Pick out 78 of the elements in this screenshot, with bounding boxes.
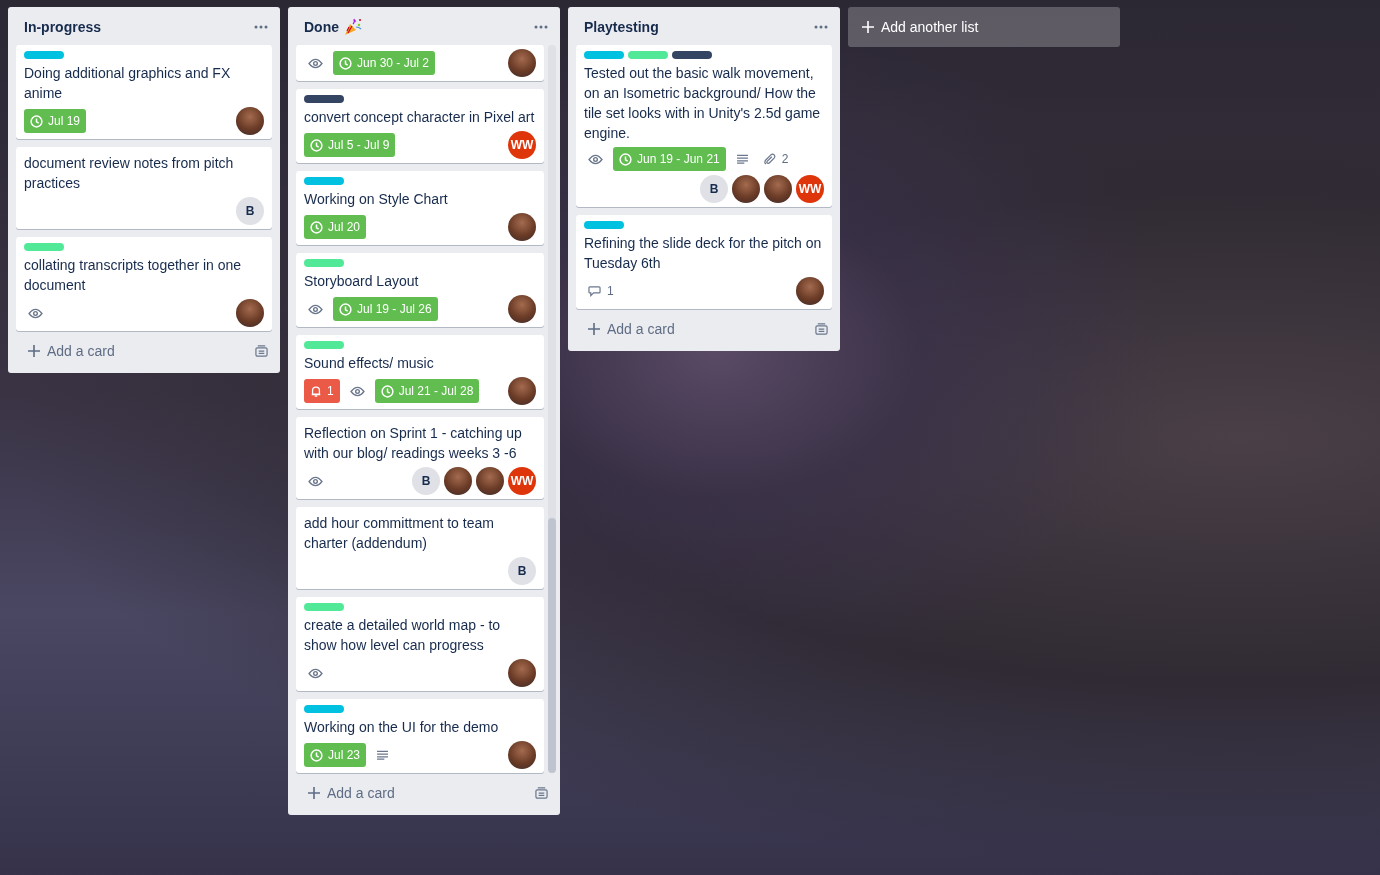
avatar-placeholder[interactable]: [508, 741, 536, 769]
plus-icon: [308, 787, 320, 799]
more-options-icon[interactable]: [534, 25, 548, 29]
eye-icon: [308, 667, 323, 679]
avatar-placeholder[interactable]: [236, 107, 264, 135]
eye-icon: [349, 385, 365, 397]
member-avatar[interactable]: B: [236, 197, 264, 225]
card-title: Storyboard Layout: [304, 272, 420, 291]
avatar-placeholder[interactable]: [508, 659, 536, 687]
card[interactable]: convert concept character in Pixel art Jul 5 - Jul 9 WW: [296, 89, 544, 163]
member-avatar[interactable]: WW: [508, 131, 536, 159]
add-card-button[interactable]: Add a card: [584, 317, 679, 341]
more-options-icon[interactable]: [254, 25, 268, 29]
card-template-icon[interactable]: [255, 344, 268, 358]
plus-icon: [588, 323, 600, 335]
card-title: Reflection on Sprint 1 - catching up with our blog/ readings weeks 3 -6: [304, 424, 523, 463]
card[interactable]: Doing additional graphics and FX anime Jul 19: [16, 45, 272, 139]
card[interactable]: Tested out the basic walk movement, on an Isometric background/ How the tile set looks with in Unity's 2.5d game engine. Jun 19 - Jun 21 2 B WW: [576, 45, 832, 207]
avatar-placeholder[interactable]: [508, 377, 536, 405]
plus-icon: [862, 21, 874, 33]
card-title: Tested out the basic walk movement, on an Isometric background/ How the tile set looks with in Unity's 2.5d game engine.: [584, 64, 822, 143]
card-title: collating transcripts together in one document: [24, 256, 243, 295]
description-icon: [376, 750, 390, 760]
card-title: add hour committment to team charter (addendum): [304, 514, 495, 553]
card[interactable]: create a detailed world map - to show how level can progress: [296, 597, 544, 691]
scrollbar[interactable]: [548, 45, 556, 773]
card[interactable]: collating transcripts together in one document: [16, 237, 272, 331]
add-list-button[interactable]: Add another list: [848, 7, 1120, 47]
add-card-button[interactable]: Add a card: [24, 339, 119, 363]
card[interactable]: Reflection on Sprint 1 - catching up with our blog/ readings weeks 3 -6 B WW: [296, 417, 544, 499]
eye-icon: [308, 57, 323, 69]
add-card-button[interactable]: Add a card: [304, 781, 399, 805]
avatar-placeholder[interactable]: [508, 49, 536, 77]
avatar-placeholder[interactable]: [444, 467, 472, 495]
description-icon: [735, 154, 749, 164]
card-title: convert concept character in Pixel art: [304, 108, 536, 127]
card-title: create a detailed world map - to show how level can progress: [304, 616, 502, 655]
card-template-icon[interactable]: [815, 322, 828, 336]
avatar-placeholder[interactable]: [764, 175, 792, 203]
card-title: Sound effects/ music: [304, 354, 435, 373]
attachment-count: 2: [762, 152, 789, 166]
eye-icon: [28, 307, 43, 319]
avatar-placeholder[interactable]: [236, 299, 264, 327]
card-title: Working on the UI for the demo: [304, 718, 500, 737]
avatar-placeholder[interactable]: [476, 467, 504, 495]
avatar-placeholder[interactable]: [508, 295, 536, 323]
eye-icon: [308, 303, 323, 315]
eye-icon: [588, 153, 603, 165]
card[interactable]: Working on the UI for the demo Jul 23: [296, 699, 544, 773]
list-title[interactable]: In-progress: [24, 17, 101, 37]
member-avatar[interactable]: B: [412, 467, 440, 495]
eye-icon: [308, 475, 323, 487]
card[interactable]: Refining the slide deck for the pitch on Tuesday 6th 1: [576, 215, 832, 309]
card-label[interactable]: [304, 95, 344, 103]
card[interactable]: Sound effects/ music 1 Jul 21 - Jul 28: [296, 335, 544, 409]
card-template-icon[interactable]: [535, 786, 548, 800]
card[interactable]: document review notes from pitch practices B: [16, 147, 272, 229]
list-title[interactable]: Done: [304, 17, 339, 37]
plus-icon: [28, 345, 40, 357]
card[interactable]: Working on Style Chart Jul 20: [296, 171, 544, 245]
more-options-icon[interactable]: [814, 25, 828, 29]
card-title: Doing additional graphics and FX anime: [24, 64, 232, 103]
avatar-placeholder[interactable]: [508, 213, 536, 241]
card-label[interactable]: [672, 51, 712, 59]
list-title[interactable]: Playtesting: [584, 17, 659, 37]
card[interactable]: add hour committment to team charter (addendum) B: [296, 507, 544, 589]
member-avatar[interactable]: WW: [508, 467, 536, 495]
member-avatar[interactable]: B: [700, 175, 728, 203]
card-title: document review notes from pitch practices: [24, 154, 235, 193]
avatar-placeholder[interactable]: [796, 277, 824, 305]
party-popper-icon: [343, 17, 363, 37]
card[interactable]: Storyboard Layout Jul 19 - Jul 26: [296, 253, 544, 327]
member-avatar[interactable]: B: [508, 557, 536, 585]
card-title: Working on Style Chart: [304, 190, 449, 209]
comment-count: 1: [588, 284, 614, 298]
avatar-placeholder[interactable]: [732, 175, 760, 203]
card-title: Refining the slide deck for the pitch on Tuesday 6th: [584, 234, 823, 273]
member-avatar[interactable]: WW: [796, 175, 824, 203]
